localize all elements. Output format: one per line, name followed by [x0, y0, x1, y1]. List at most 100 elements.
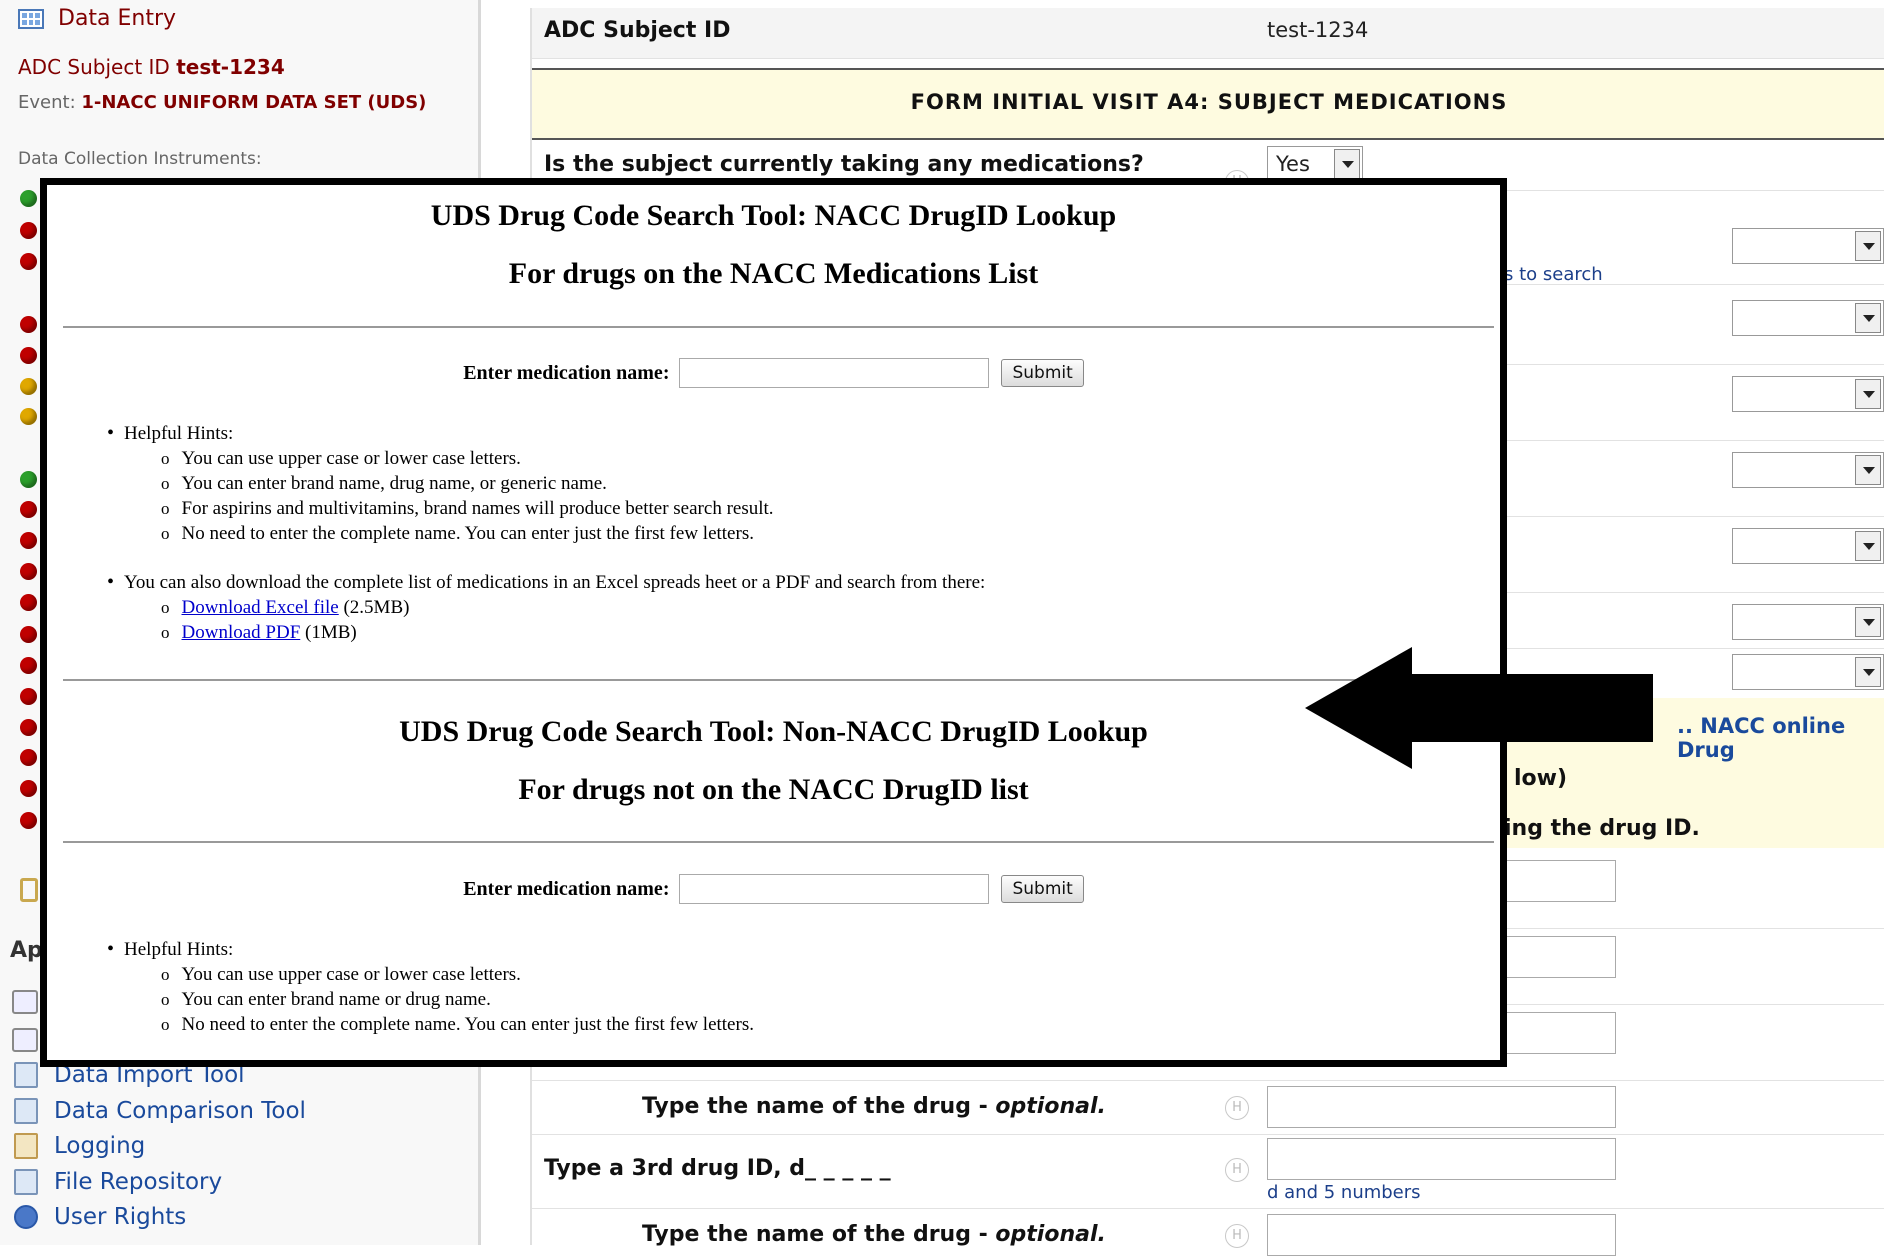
- data-entry-icon: [18, 8, 44, 29]
- drug-select-5[interactable]: [1732, 528, 1884, 564]
- chevron-down-icon[interactable]: [1855, 231, 1881, 261]
- medication-name-label: Enter medication name:: [463, 361, 670, 384]
- drug-select-6[interactable]: [1732, 604, 1884, 640]
- non-nacc-medication-input[interactable]: [679, 874, 990, 904]
- compare-icon: [14, 1098, 38, 1124]
- third-drug-id-row: Type a 3rd drug ID, d_ _ _ _ _ H d and 5…: [532, 1134, 1884, 1209]
- hint-text: For aspirins and multivitamins, brand na…: [181, 498, 774, 519]
- chevron-down-icon[interactable]: [1855, 303, 1881, 333]
- subject-id-value: test-1234: [1267, 18, 1369, 42]
- nacc-online-drug-link[interactable]: .. NACC online Drug: [1677, 714, 1884, 762]
- medications-select-value: Yes: [1276, 152, 1310, 176]
- instrument-status-dot[interactable]: [20, 222, 37, 239]
- instrument-status-dot[interactable]: [20, 812, 37, 829]
- instrument-status-dot[interactable]: [20, 688, 37, 705]
- drug-select-7[interactable]: [1732, 654, 1884, 690]
- left-arrow-icon: [1305, 647, 1653, 769]
- event-value[interactable]: 1-NACC UNIFORM DATA SET (UDS): [81, 92, 426, 113]
- hint-item: You can enter brand name, drug name, or …: [107, 471, 985, 496]
- export-icon[interactable]: [12, 1028, 38, 1052]
- instrument-status-dot[interactable]: [20, 501, 37, 518]
- non-nacc-lookup-subtitle: For drugs not on the NACC DrugID list: [518, 773, 1029, 806]
- data-entry-label: Data Entry: [58, 6, 177, 31]
- instrument-status-dot[interactable]: [20, 316, 37, 333]
- drug-select-4[interactable]: [1732, 452, 1884, 488]
- instrument-status-dot[interactable]: [20, 378, 37, 395]
- chevron-down-icon[interactable]: [1855, 379, 1881, 409]
- chevron-down-icon[interactable]: [1855, 531, 1881, 561]
- instructions-line-2: low): [1514, 766, 1568, 791]
- hint-item: No need to enter the complete name. You …: [107, 1012, 754, 1037]
- tool-logging[interactable]: Logging: [14, 1133, 145, 1159]
- hint-item: You can use upper case or lower case let…: [107, 962, 754, 987]
- third-drug-id-label: Type a 3rd drug ID, d_ _ _ _ _: [544, 1156, 891, 1181]
- history-icon[interactable]: H: [1225, 1224, 1249, 1248]
- tool-label: File Repository: [54, 1169, 223, 1195]
- history-icon[interactable]: H: [1225, 1096, 1249, 1120]
- data-entry-menu[interactable]: Data Entry: [18, 6, 176, 31]
- download-pdf-size: (1MB): [305, 622, 357, 643]
- drug-name-text: Type the name of the drug -: [642, 1094, 996, 1119]
- nacc-lookup-title: UDS Drug Code Search Tool: NACC DrugID L…: [430, 199, 1117, 232]
- instrument-status-dot[interactable]: [20, 719, 37, 736]
- download-pdf-link[interactable]: Download PDF: [182, 622, 301, 643]
- instrument-status-dot[interactable]: [20, 780, 37, 797]
- third-drug-id-input[interactable]: [1267, 1138, 1616, 1180]
- instrument-status-dot[interactable]: [20, 532, 37, 549]
- hint-text: You can enter brand name or drug name.: [181, 989, 491, 1010]
- calendar-icon[interactable]: [12, 990, 38, 1014]
- instrument-status-dot[interactable]: [20, 471, 37, 488]
- logging-icon: [14, 1133, 38, 1159]
- chevron-down-icon[interactable]: [1855, 657, 1881, 687]
- instrument-status-dot[interactable]: [20, 253, 37, 270]
- drug-name-input-2[interactable]: [1267, 1086, 1616, 1128]
- nacc-lookup-subtitle: For drugs on the NACC Medications List: [508, 257, 1039, 290]
- download-pdf-item: Download PDF (1MB): [107, 620, 985, 645]
- instrument-status-dot[interactable]: [20, 190, 37, 207]
- chevron-down-icon[interactable]: [1334, 149, 1360, 179]
- form-title-bar: FORM INITIAL VISIT A4: SUBJECT MEDICATIO…: [532, 68, 1884, 140]
- tool-file-repository[interactable]: File Repository: [14, 1169, 222, 1195]
- drug-select-1[interactable]: [1732, 228, 1884, 264]
- download-text: You can also download the complete list …: [124, 572, 986, 593]
- instrument-status-dot[interactable]: [20, 563, 37, 580]
- optional-text: optional.: [995, 1094, 1106, 1119]
- applications-heading: Ap: [10, 938, 43, 963]
- instrument-status-dot[interactable]: [20, 749, 37, 766]
- instrument-status-dot[interactable]: [20, 594, 37, 611]
- medications-select[interactable]: Yes: [1267, 146, 1363, 182]
- instrument-status-dot[interactable]: [20, 626, 37, 643]
- chevron-down-icon[interactable]: [1855, 455, 1881, 485]
- download-excel-item: Download Excel file (2.5MB): [107, 595, 985, 620]
- download-excel-size: (2.5MB): [343, 597, 410, 618]
- hints-heading: Helpful Hints:: [107, 421, 985, 446]
- tool-label: User Rights: [54, 1204, 187, 1230]
- instrument-status-dot[interactable]: [20, 347, 37, 364]
- instrument-status-dot[interactable]: [20, 408, 37, 425]
- nacc-hints-list: Helpful Hints: You can use upper case or…: [107, 421, 985, 645]
- tool-user-rights[interactable]: User Rights: [14, 1204, 186, 1230]
- sidebar-event: Event: 1-NACC UNIFORM DATA SET (UDS): [18, 90, 438, 115]
- sidebar-subject-label: ADC Subject ID: [18, 55, 170, 79]
- nacc-submit-button[interactable]: Submit: [1001, 359, 1084, 387]
- subject-id-row: ADC Subject ID test-1234: [532, 8, 1884, 59]
- non-nacc-hints-list: Helpful Hints: You can use upper case or…: [107, 937, 754, 1037]
- tool-label: Data Comparison Tool: [54, 1098, 306, 1124]
- drug-name-row-2: Type the name of the drug - optional. H: [532, 1080, 1884, 1135]
- download-excel-link[interactable]: Download Excel file: [182, 597, 339, 618]
- history-icon[interactable]: H: [1225, 1158, 1249, 1182]
- divider: [63, 326, 1494, 328]
- tool-label: Logging: [54, 1133, 146, 1159]
- subject-id-label: ADC Subject ID: [544, 18, 731, 43]
- drug-select-2[interactable]: [1732, 300, 1884, 336]
- tool-data-comparison[interactable]: Data Comparison Tool: [14, 1098, 306, 1124]
- chevron-down-icon[interactable]: [1855, 607, 1881, 637]
- drug-name-input-3[interactable]: [1267, 1214, 1616, 1256]
- nacc-medication-input[interactable]: [679, 358, 990, 388]
- hint-text: You can use upper case or lower case let…: [181, 964, 521, 985]
- instrument-status-dot[interactable]: [20, 657, 37, 674]
- drug-name-label-3: Type the name of the drug - optional.: [642, 1222, 1106, 1247]
- drug-select-3[interactable]: [1732, 376, 1884, 412]
- non-nacc-submit-button[interactable]: Submit: [1001, 875, 1084, 903]
- event-label: Event:: [18, 92, 76, 113]
